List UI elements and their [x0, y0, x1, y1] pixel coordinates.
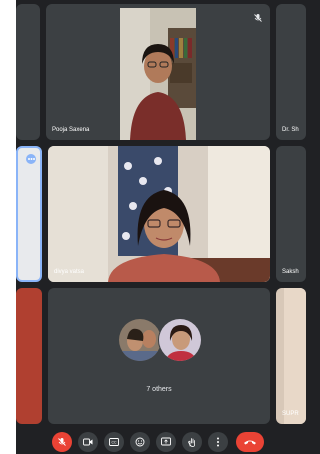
avatar	[158, 318, 202, 362]
participant-tile-left-bottom[interactable]	[16, 288, 42, 424]
captions-button[interactable]: CC	[104, 432, 124, 452]
left-white-strip	[0, 0, 16, 454]
captions-icon: CC	[109, 438, 119, 446]
avatar	[118, 318, 162, 362]
more-options-icon[interactable]	[26, 154, 36, 164]
present-icon	[161, 437, 171, 446]
participant-tile-left-mid[interactable]	[16, 146, 42, 282]
mic-toggle-button[interactable]	[52, 432, 72, 452]
emoji-reaction-button[interactable]	[130, 432, 150, 452]
participant-tile-dr[interactable]: Dr. Sh	[276, 4, 306, 140]
mic-muted-icon	[253, 10, 263, 22]
present-screen-button[interactable]	[156, 432, 176, 452]
participant-name: SUPR	[282, 411, 299, 417]
raise-hand-button[interactable]	[182, 432, 202, 452]
participant-tile-left-top[interactable]	[16, 4, 40, 140]
participant-name: Saksh	[282, 269, 299, 275]
camera-icon	[83, 438, 93, 446]
divya-video-image	[48, 146, 270, 282]
participant-video	[120, 8, 196, 140]
leave-call-button[interactable]	[236, 432, 264, 452]
more-options-button[interactable]	[208, 432, 228, 452]
participant-tile-supr[interactable]: SUPR	[276, 288, 306, 424]
others-count-label: 7 others	[146, 386, 172, 393]
hang-up-icon	[244, 440, 256, 445]
participant-tile-pooja[interactable]: Pooja Saxena	[46, 4, 270, 140]
participant-tile-divya[interactable]: divya vatsa	[48, 146, 270, 282]
supr-video-image	[276, 288, 306, 424]
mic-off-icon	[58, 438, 66, 446]
others-avatar-group	[118, 318, 202, 364]
svg-text:CC: CC	[111, 441, 117, 445]
emoji-icon	[135, 437, 145, 447]
participant-name: divya vatsa	[54, 269, 85, 275]
camera-toggle-button[interactable]	[78, 432, 98, 452]
raise-hand-icon	[188, 438, 195, 447]
participant-name: Pooja Saxena	[52, 127, 90, 133]
pooja-video-image	[120, 8, 196, 140]
participant-tile-saksh[interactable]: Saksh	[276, 146, 306, 282]
meeting-controls-bar: CC	[52, 430, 272, 454]
more-options-icon	[217, 437, 219, 447]
others-tile[interactable]: 7 others	[48, 288, 270, 424]
participant-name: Dr. Sh	[282, 127, 299, 133]
